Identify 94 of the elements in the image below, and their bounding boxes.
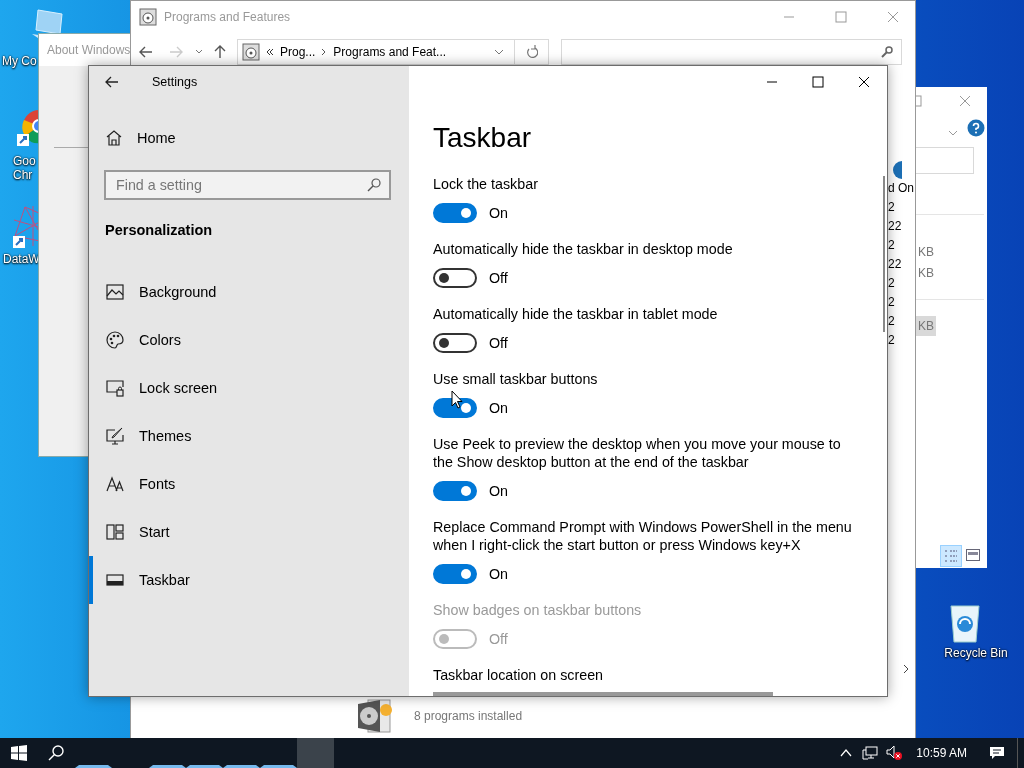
home-icon xyxy=(105,129,123,147)
chevron-down-icon xyxy=(494,49,504,55)
page-title: Taskbar xyxy=(433,121,533,155)
table-cell-text: 2 xyxy=(888,199,896,216)
icon-label: Chr xyxy=(12,168,34,182)
disc-case-icon xyxy=(356,698,392,734)
setting-label: Lock the taskbar xyxy=(433,175,538,193)
toggle-state: On xyxy=(489,205,509,221)
chevron-down-icon xyxy=(195,49,203,55)
toggle-switch[interactable] xyxy=(433,268,477,288)
breadcrumb-item[interactable]: Prog... xyxy=(280,45,316,59)
setting-label: Automatically hide the taskbar in tablet mode xyxy=(433,305,718,323)
table-cell-text: 2 xyxy=(888,275,896,292)
setting-label: Automatically hide the taskbar in desktop mode xyxy=(433,240,733,258)
close-icon[interactable] xyxy=(886,11,899,23)
scrollbar[interactable] xyxy=(883,176,885,332)
table-cell-text: KB xyxy=(917,265,935,282)
toggle-state: On xyxy=(489,483,509,499)
nav-item[interactable]: Colors xyxy=(89,316,409,364)
list-icon xyxy=(944,549,958,563)
volume-muted-icon[interactable] xyxy=(886,745,903,761)
nav-item[interactable]: Lock screen xyxy=(89,364,409,412)
setting-label: Use Peek to preview the desktop when you move your mouse to the Show desktop button at the end of the taskbar xyxy=(433,435,842,471)
taskbar-icon xyxy=(106,574,124,586)
picture-icon xyxy=(106,284,124,300)
notification-icon[interactable] xyxy=(989,746,1005,760)
monitor-lock-icon xyxy=(106,379,124,397)
maximize-icon xyxy=(812,76,824,88)
setting-label: Taskbar location on screen xyxy=(433,666,605,684)
address-bar[interactable]: Prog... Programs and Feat... xyxy=(237,39,515,65)
setting-label: Show badges on taskbar buttons xyxy=(433,601,642,619)
section-heading: Personalization xyxy=(105,222,214,238)
palette-icon xyxy=(106,331,124,349)
toggle-switch[interactable] xyxy=(433,481,477,501)
icon-label: My Co xyxy=(1,54,38,68)
window-title: Programs and Features xyxy=(164,10,291,24)
status-text: 8 programs installed xyxy=(414,709,523,723)
toggle-switch[interactable] xyxy=(433,203,477,223)
table-cell-text: 22 xyxy=(888,218,903,235)
double-chevron-icon xyxy=(266,48,274,56)
toggle-state: Off xyxy=(489,631,508,647)
toggle-switch[interactable] xyxy=(433,564,477,584)
toggle-switch[interactable] xyxy=(433,398,477,418)
clock[interactable]: 10:59 AM xyxy=(906,746,977,760)
setting-label: Replace Command Prompt with Windows PowerShell in the menu when I right-click the start button or press Windows key+X xyxy=(433,518,853,554)
mouse-pointer-icon xyxy=(451,390,463,409)
close-icon xyxy=(959,95,971,107)
search-icon xyxy=(48,745,64,761)
table-cell-text: 2 xyxy=(888,237,896,254)
search-field[interactable]: Find a setting xyxy=(104,170,391,200)
back-arrow-icon xyxy=(139,46,153,58)
toggle-state: Off xyxy=(489,335,508,351)
chevron-up-icon[interactable] xyxy=(840,749,853,757)
chevron-right-icon xyxy=(321,48,328,56)
monitor-brush-icon xyxy=(106,427,124,445)
toggle-state: On xyxy=(489,566,509,582)
breadcrumb-item[interactable]: Programs and Feat... xyxy=(333,45,447,59)
nav-item[interactable]: Themes xyxy=(89,412,409,460)
table-cell: KB xyxy=(916,316,936,336)
window-title: Settings xyxy=(152,75,198,89)
chevron-down-icon xyxy=(948,130,958,136)
icon-label: DataW xyxy=(2,252,41,266)
icon-label: Recycle Bin xyxy=(943,646,1009,660)
font-icon xyxy=(106,476,124,492)
search-icon xyxy=(881,46,893,58)
start-icon xyxy=(10,745,27,761)
table-cell-text: 22 xyxy=(888,256,903,273)
setting-label: Use small taskbar buttons xyxy=(433,370,598,388)
start-grid-icon xyxy=(106,524,124,540)
window-title: About Windows xyxy=(47,43,131,57)
home-link[interactable]: Home xyxy=(89,118,409,158)
column-header: d On xyxy=(888,180,914,197)
up-arrow-icon xyxy=(214,45,226,59)
nav-item[interactable]: Background xyxy=(89,268,409,316)
scroll-right-icon xyxy=(903,664,909,674)
back-arrow-icon[interactable] xyxy=(105,76,119,88)
toggle-switch[interactable] xyxy=(433,333,477,353)
search-icon xyxy=(367,178,381,192)
table-cell-text: 2 xyxy=(888,332,896,349)
toggle-state: Off xyxy=(489,270,508,286)
table-cell-text: KB xyxy=(917,244,935,261)
refresh-icon xyxy=(525,45,538,59)
nav-item[interactable]: Fonts xyxy=(89,460,409,508)
icon-label: Goo xyxy=(12,154,37,168)
toggle-state: On xyxy=(489,400,509,416)
network-icon[interactable] xyxy=(862,746,879,760)
close-icon xyxy=(858,76,870,88)
forward-arrow-icon xyxy=(169,46,183,58)
nav-item[interactable]: Start xyxy=(89,508,409,556)
table-cell-text: 2 xyxy=(888,313,896,330)
table-cell-text: 2 xyxy=(888,294,896,311)
preview-view-icon xyxy=(966,549,980,561)
nav-item[interactable]: Taskbar xyxy=(89,556,409,604)
disc-box-icon xyxy=(139,8,157,26)
